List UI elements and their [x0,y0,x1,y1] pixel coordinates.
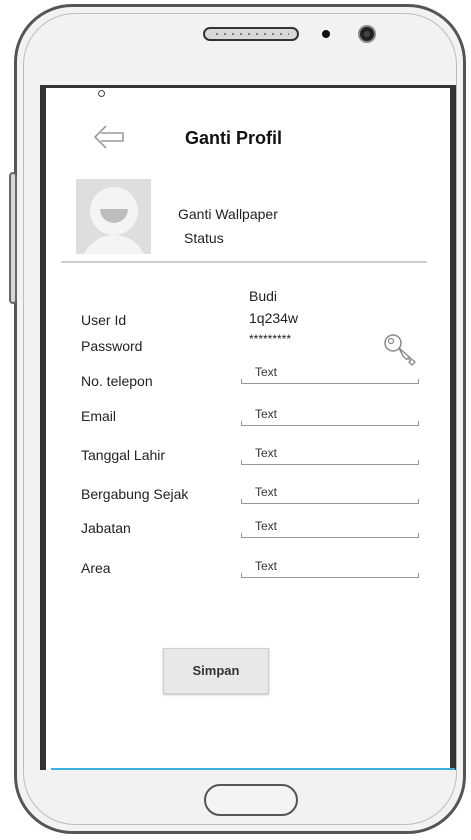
proximity-sensor [322,30,330,38]
avatar[interactable] [76,179,151,254]
page-title: Ganti Profil [185,128,283,148]
user-name-value: Budi [249,288,278,304]
key-icon[interactable] [382,332,420,366]
side-volume-button [9,172,17,304]
area-field[interactable]: Text [241,559,419,578]
save-button[interactable]: Simpan [163,648,269,694]
userid-value: 1q234w [249,310,299,326]
status-bar-icon [98,90,105,97]
app-screen: Ganti Profil Ganti Wallpaper Status Budi… [40,85,456,770]
home-button[interactable] [204,784,298,816]
screen-accent-line [51,768,455,770]
change-wallpaper-link[interactable]: Ganti Wallpaper [178,206,278,222]
phone-field[interactable]: Text [241,365,419,384]
speaker-grille [203,27,299,41]
password-label: Password [81,338,143,354]
position-label: Jabatan [81,520,131,536]
area-label: Area [81,560,111,576]
userid-label: User Id [81,312,127,328]
email-field[interactable]: Text [241,407,419,426]
back-arrow-icon[interactable] [92,124,126,150]
birthdate-label: Tanggal Lahir [81,447,166,463]
joined-since-label: Bergabung Sejak [81,486,189,502]
front-camera-icon [358,25,376,43]
email-label: Email [81,408,117,424]
joined-since-field[interactable]: Text [241,485,419,504]
password-value: ********* [249,332,292,346]
status-link[interactable]: Status [184,230,224,246]
position-field[interactable]: Text [241,519,419,538]
phone-label: No. telepon [81,373,153,389]
section-divider [61,261,427,263]
birthdate-field[interactable]: Text [241,446,419,465]
